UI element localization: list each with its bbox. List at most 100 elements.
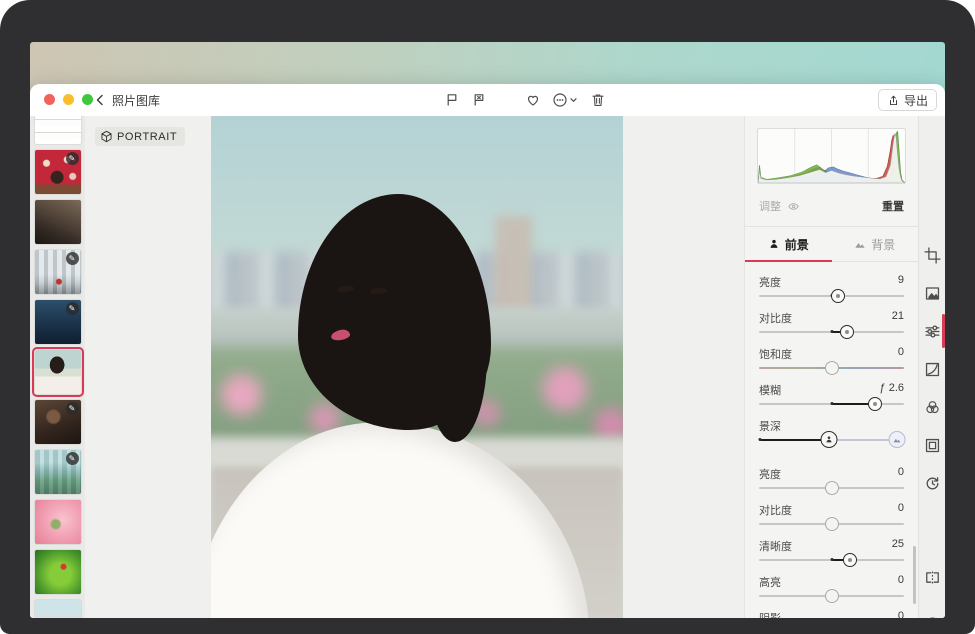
slider-track-contrast[interactable] xyxy=(759,324,904,340)
mountain-icon xyxy=(854,238,866,250)
tool-info-button[interactable] xyxy=(919,611,945,618)
slider-track-blur[interactable] xyxy=(759,396,904,412)
slider-track-contrast2[interactable] xyxy=(759,516,904,532)
slider-knob-blur[interactable] xyxy=(868,397,882,411)
slider-value: 9 xyxy=(898,274,904,288)
slider-knob-clarity[interactable] xyxy=(843,553,857,567)
tool-tone-curve-button[interactable] xyxy=(919,356,945,382)
window-content: ✎ ✎ ✎ ✎ ✎ PORTRAIT xyxy=(30,116,945,618)
slider-value: 0 xyxy=(898,346,904,360)
tab-foreground[interactable]: 前景 xyxy=(745,227,832,261)
tab-label: 背景 xyxy=(871,236,895,253)
slider-highlights: 高亮0 xyxy=(759,574,904,604)
close-window-button[interactable] xyxy=(44,94,55,105)
thumbnail-city-architecture[interactable]: ✎ xyxy=(35,250,81,294)
tool-split-compare-button[interactable] xyxy=(919,564,945,590)
tool-crop-button[interactable] xyxy=(919,242,945,268)
flag-reject-icon[interactable] xyxy=(471,92,487,108)
slider-origin-tick xyxy=(830,558,833,561)
slider-brightness: 亮度 9 xyxy=(759,274,904,304)
portrait-mode-badge: PORTRAIT xyxy=(95,127,185,146)
screenshot-stage: 照片图库 xyxy=(0,0,975,634)
edited-badge-icon: ✎ xyxy=(66,302,79,315)
adjust-label: 调整 xyxy=(759,198,781,214)
reset-button[interactable]: 重置 xyxy=(882,198,904,214)
slider-clarity: 清晰度25 xyxy=(759,538,904,568)
slider-track-brightness[interactable] xyxy=(759,288,904,304)
person-icon xyxy=(768,238,780,250)
flag-icon[interactable] xyxy=(444,92,460,108)
vignette-frame-icon xyxy=(924,437,941,454)
slider-value: ƒ 2.6 xyxy=(880,382,904,396)
thumbnail-red-floral[interactable]: ✎ xyxy=(35,150,81,194)
delete-trash-icon[interactable] xyxy=(590,92,606,108)
cube-icon xyxy=(100,130,113,143)
portrait-badge-label: PORTRAIT xyxy=(117,131,177,143)
thumbnail-pink-flower[interactable] xyxy=(35,500,81,544)
history-icon xyxy=(924,475,941,492)
slider-value: 25 xyxy=(892,538,904,552)
edited-badge-icon: ✎ xyxy=(66,452,79,465)
slider-knob-contrast2[interactable] xyxy=(825,517,839,531)
thumbnail-tree-frog[interactable] xyxy=(35,550,81,594)
slider-track-clarity[interactable] xyxy=(759,552,904,568)
export-button[interactable]: 导出 xyxy=(878,89,937,111)
split-compare-icon xyxy=(924,569,941,586)
thumbnail-pagoda[interactable] xyxy=(35,600,81,618)
slider-value: 0 xyxy=(898,466,904,480)
tool-adjustments-button[interactable] xyxy=(919,318,945,344)
thumbnail-mountain-dusk[interactable] xyxy=(35,200,81,244)
slider-track-highlights[interactable] xyxy=(759,588,904,604)
slider-knob-luminance[interactable] xyxy=(825,481,839,495)
slider-label: 对比度 xyxy=(759,310,792,324)
slider-label: 亮度 xyxy=(759,274,781,288)
main-photo[interactable] xyxy=(211,116,623,618)
minimize-window-button[interactable] xyxy=(63,94,74,105)
photo-editor-window: 照片图库 xyxy=(30,84,945,618)
slider-label: 对比度 xyxy=(759,502,792,516)
sliders-list: 亮度9对比度21饱和度0模糊ƒ 2.6景深亮度0对比度0清晰度25高亮0阴影0白… xyxy=(759,274,904,618)
thumbnail-portrait-current[interactable] xyxy=(35,350,81,394)
visibility-eye-icon[interactable] xyxy=(787,200,800,213)
slider-contrast2: 对比度0 xyxy=(759,502,904,532)
slider-depth: 景深 xyxy=(759,418,904,448)
tab-label: 前景 xyxy=(785,236,809,253)
tool-history-button[interactable] xyxy=(919,470,945,496)
back-to-library-button[interactable]: 照片图库 xyxy=(92,84,160,116)
portrait-image-icon xyxy=(924,285,941,302)
slider-knob-brightness[interactable] xyxy=(831,289,845,303)
tools-strip xyxy=(918,116,945,618)
tool-color-mix-button[interactable] xyxy=(919,394,945,420)
favorite-heart-icon[interactable] xyxy=(525,92,541,108)
slider-fill xyxy=(760,439,828,441)
slider-knob-highlights[interactable] xyxy=(825,589,839,603)
thumbnail-striped-paper[interactable] xyxy=(35,116,81,144)
edited-badge-icon: ✎ xyxy=(66,152,79,165)
slider-origin-tick xyxy=(830,330,833,333)
tool-portrait-image-button[interactable] xyxy=(919,280,945,306)
adjust-header-row: 调整 重置 xyxy=(759,198,904,214)
tool-vignette-frame-button[interactable] xyxy=(919,432,945,458)
thumbnail-night-blue[interactable]: ✎ xyxy=(35,300,81,344)
thumbnail-green-city[interactable]: ✎ xyxy=(35,450,81,494)
slider-track-luminance[interactable] xyxy=(759,480,904,496)
slider-value: 0 xyxy=(898,574,904,588)
back-label: 照片图库 xyxy=(112,92,160,109)
thumbnail-dark-wood[interactable]: ✎ xyxy=(35,400,81,444)
depth-foreground-knob[interactable] xyxy=(820,431,837,448)
slider-value: 0 xyxy=(898,610,904,618)
depth-background-knob[interactable] xyxy=(888,431,905,448)
slider-knob-contrast[interactable] xyxy=(840,325,854,339)
layer-tabs: 前景 背景 xyxy=(745,227,918,262)
share-up-icon xyxy=(887,94,900,107)
slider-track-depth[interactable] xyxy=(759,432,904,448)
slider-label: 模糊 xyxy=(759,382,781,396)
slider-knob-saturation[interactable] xyxy=(825,361,839,375)
tab-background[interactable]: 背景 xyxy=(832,227,919,261)
panel-scrollbar[interactable] xyxy=(913,546,916,604)
info-icon xyxy=(924,616,941,619)
more-options-icon[interactable] xyxy=(552,92,579,108)
slider-track-saturation[interactable] xyxy=(759,360,904,376)
rgb-histogram xyxy=(758,129,905,183)
histogram-card xyxy=(757,128,906,184)
